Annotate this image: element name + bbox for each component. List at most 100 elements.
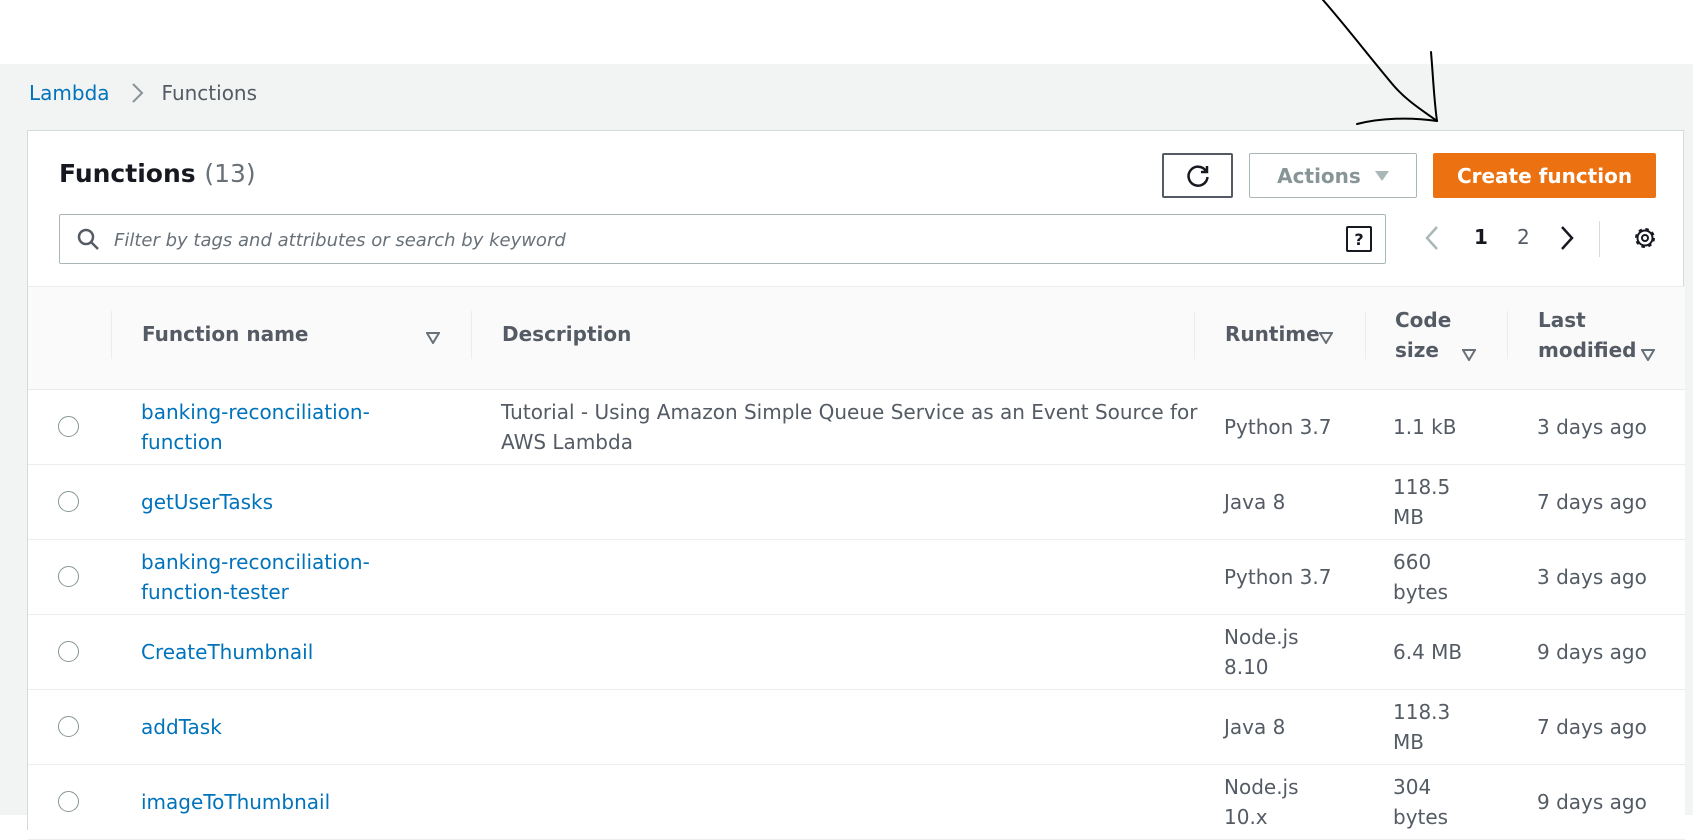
code-size-line2: bytes <box>1393 805 1449 829</box>
refresh-button[interactable] <box>1162 153 1233 198</box>
code-size-line1: Code <box>1395 308 1452 332</box>
breadcrumb-lambda-link[interactable]: Lambda <box>29 81 110 105</box>
breadcrumb-current: Functions <box>161 81 258 105</box>
runtime-line1: Node.js <box>1224 775 1299 799</box>
page-top-blank <box>0 0 1693 64</box>
function-count: (13) <box>204 159 256 188</box>
function-name-link[interactable]: imageToThumbnail <box>141 787 401 817</box>
table-row[interactable]: addTask Java 8 118.3 MB 7 days ago <box>28 690 1685 765</box>
function-code-size: 1.1 kB <box>1393 412 1473 442</box>
panel-title: Functions (13) <box>59 159 256 188</box>
code-size-line1: 304 <box>1393 775 1432 799</box>
row-select-radio[interactable] <box>58 791 79 812</box>
divider <box>1194 311 1195 359</box>
column-header-last-modified[interactable]: Last modified <box>1538 305 1636 365</box>
description-line2: AWS Lambda <box>501 430 633 454</box>
divider <box>1365 311 1366 359</box>
chevron-right-icon <box>130 82 144 104</box>
function-runtime: Python 3.7 <box>1224 562 1334 592</box>
function-name-line1: imageToThumbnail <box>141 790 331 814</box>
function-name-link[interactable]: banking-reconciliation- function-tester <box>141 547 401 607</box>
runtime-line1: Java 8 <box>1224 490 1286 514</box>
code-size-line2: MB <box>1393 505 1424 529</box>
function-name-line1: banking-reconciliation- <box>141 400 370 424</box>
code-size-line1: 118.3 <box>1393 700 1451 724</box>
panel-title-text: Functions <box>59 159 196 188</box>
divider <box>471 311 472 359</box>
function-name-line1: getUserTasks <box>141 490 274 514</box>
divider <box>1507 311 1508 359</box>
function-name-link[interactable]: CreateThumbnail <box>141 637 401 667</box>
search-input[interactable] <box>112 221 1316 259</box>
chevron-right-icon[interactable] <box>1558 225 1576 255</box>
search-box: ? <box>59 214 1386 264</box>
function-name-line2: function-tester <box>141 580 289 604</box>
sort-icon[interactable] <box>1318 329 1334 348</box>
runtime-line1: Node.js <box>1224 625 1299 649</box>
function-code-size: 304 bytes <box>1393 772 1473 832</box>
functions-panel: Functions (13) Actions Create function ? <box>27 130 1685 840</box>
sort-icon[interactable] <box>1640 346 1656 365</box>
row-select-radio[interactable] <box>58 716 79 737</box>
row-select-radio[interactable] <box>58 566 79 587</box>
table-row[interactable]: banking-reconciliation- function-tester … <box>28 540 1685 615</box>
actions-label: Actions <box>1277 163 1361 188</box>
function-runtime: Java 8 <box>1224 487 1334 517</box>
table-row[interactable]: CreateThumbnail Node.js 8.10 6.4 MB 9 da… <box>28 615 1685 690</box>
function-name-line1: addTask <box>141 715 222 739</box>
code-size-line2: bytes <box>1393 580 1449 604</box>
column-header-function-name[interactable]: Function name <box>142 319 309 349</box>
create-function-button[interactable]: Create function <box>1433 153 1656 198</box>
column-header-description: Description <box>502 322 632 346</box>
page-1-button[interactable]: 1 <box>1474 225 1488 249</box>
function-runtime: Node.js 10.x <box>1224 772 1334 832</box>
sort-icon[interactable] <box>425 329 441 348</box>
function-name-line1: CreateThumbnail <box>141 640 314 664</box>
function-runtime: Node.js 8.10 <box>1224 622 1334 682</box>
function-code-size: 118.5 MB <box>1393 472 1473 532</box>
function-name-line2: function <box>141 430 223 454</box>
function-description: Tutorial - Using Amazon Simple Queue Ser… <box>501 397 1201 457</box>
last-modified-line2: modified <box>1538 338 1637 362</box>
runtime-line2: 10.x <box>1224 805 1268 829</box>
table-row[interactable]: getUserTasks Java 8 118.5 MB 7 days ago <box>28 465 1685 540</box>
code-size-line1: 6.4 MB <box>1393 640 1463 664</box>
row-select-radio[interactable] <box>58 491 79 512</box>
settings-gear-icon[interactable] <box>1632 225 1658 255</box>
function-last-modified: 3 days ago <box>1537 565 1647 589</box>
chevron-left-icon[interactable] <box>1423 225 1441 255</box>
table-row[interactable]: imageToThumbnail Node.js 10.x 304 bytes … <box>28 765 1685 840</box>
function-last-modified: 9 days ago <box>1537 790 1647 814</box>
runtime-line1: Java 8 <box>1224 715 1286 739</box>
function-name-link[interactable]: addTask <box>141 712 401 742</box>
code-size-line1: 118.5 <box>1393 475 1451 499</box>
function-code-size: 660 bytes <box>1393 547 1473 607</box>
table-header: Function name Description Runtime Code s… <box>28 286 1685 390</box>
page-2-button[interactable]: 2 <box>1517 225 1530 249</box>
function-name-link[interactable]: banking-reconciliation- function <box>141 397 401 457</box>
code-size-line2: MB <box>1393 730 1424 754</box>
caret-down-icon <box>1374 170 1389 182</box>
function-runtime: Python 3.7 <box>1224 412 1334 442</box>
table-row[interactable]: banking-reconciliation- function Tutoria… <box>28 390 1685 465</box>
row-select-radio[interactable] <box>58 416 79 437</box>
runtime-line1: Python 3.7 <box>1224 415 1332 439</box>
code-size-line1: 660 <box>1393 550 1432 574</box>
function-name-link[interactable]: getUserTasks <box>141 487 401 517</box>
code-size-line2: size <box>1395 338 1439 362</box>
row-select-radio[interactable] <box>58 641 79 662</box>
runtime-line2: 8.10 <box>1224 655 1269 679</box>
actions-dropdown-button[interactable]: Actions <box>1249 153 1417 198</box>
description-line1: Tutorial - Using Amazon Simple Queue Ser… <box>501 400 1198 424</box>
column-header-code-size[interactable]: Code size <box>1395 305 1451 365</box>
breadcrumb: Lambda Functions <box>29 80 257 106</box>
function-name-line1: banking-reconciliation- <box>141 550 370 574</box>
divider <box>111 311 112 359</box>
column-header-runtime[interactable]: Runtime <box>1225 319 1320 349</box>
function-last-modified: 7 days ago <box>1537 490 1647 514</box>
sort-icon[interactable] <box>1461 346 1477 365</box>
refresh-icon <box>1185 163 1211 189</box>
function-code-size: 118.3 MB <box>1393 697 1473 757</box>
function-runtime: Java 8 <box>1224 712 1334 742</box>
help-icon[interactable]: ? <box>1346 226 1372 252</box>
